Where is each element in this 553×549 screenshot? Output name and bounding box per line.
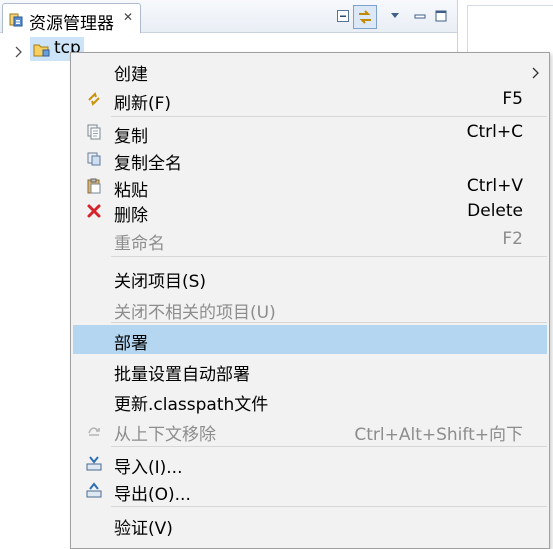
chevron-right-icon[interactable] (14, 43, 22, 63)
submenu-arrow-icon (532, 64, 539, 84)
menu-item-shortcut: Ctrl+V (466, 176, 523, 196)
menu-separator (111, 116, 547, 117)
collapse-all-icon[interactable] (333, 6, 353, 26)
menu-item-label: 导出(O)... (114, 485, 191, 505)
menu-item-label: 关闭项目(S) (114, 272, 207, 292)
menu-item-close-project[interactable]: 关闭项目(S) (73, 264, 547, 292)
menu-item-delete[interactable]: 删除 Delete (73, 198, 547, 226)
menu-item-label: 关闭不相关的项目(U) (114, 303, 276, 323)
menu-item-label: 批量设置自动部署 (114, 365, 250, 385)
menu-item-label: 导入(I)... (114, 458, 183, 478)
menu-separator (111, 256, 547, 257)
menu-item-shortcut: F2 (502, 229, 523, 249)
menu-item-shortcut: Ctrl+C (466, 122, 523, 142)
context-menu: 创建 刷新(F) F5 复制 Ctrl+C 复制全名 粘贴 Ctrl+V 删除 … (70, 52, 550, 549)
maximize-icon[interactable] (431, 6, 451, 26)
menu-item-label: 从上下文移除 (114, 425, 216, 445)
menu-item-refresh[interactable]: 刷新(F) F5 (73, 86, 547, 114)
copy-icon (86, 124, 102, 140)
view-menu-icon[interactable] (385, 6, 405, 26)
menu-item-label: 部署 (114, 334, 148, 354)
menu-separator (111, 506, 547, 507)
menu-item-label: 重命名 (114, 234, 165, 254)
menu-item-import[interactable]: 导入(I)... (73, 450, 547, 478)
menu-item-label: 创建 (114, 65, 148, 85)
menu-item-label: 更新.classpath文件 (114, 395, 269, 415)
link-with-editor-icon[interactable] (353, 5, 377, 29)
menu-item-deploy[interactable]: 部署 (73, 325, 547, 354)
menu-item-export[interactable]: 导出(O)... (73, 477, 547, 505)
menu-separator (111, 446, 547, 447)
delete-x-icon (86, 203, 102, 219)
menu-item-create[interactable]: 创建 (73, 57, 547, 85)
export-icon (86, 482, 102, 498)
menu-item-label: 删除 (114, 206, 148, 226)
menu-item-shortcut: F5 (502, 89, 523, 109)
menu-item-label: 验证(V) (114, 519, 173, 539)
menu-item-shortcut: Delete (467, 201, 523, 221)
close-icon[interactable]: ✕ (123, 10, 133, 24)
menu-separator (111, 322, 547, 323)
package-explorer-icon (9, 12, 23, 27)
import-icon (86, 455, 102, 471)
menu-item-update-classpath[interactable]: 更新.classpath文件 (73, 387, 547, 415)
view-header: 资源管理器 ✕ (0, 0, 457, 34)
refresh-icon (86, 91, 102, 107)
menu-item-label: 复制 (114, 127, 148, 147)
menu-item-copy[interactable]: 复制 Ctrl+C (73, 119, 547, 147)
menu-item-label: 刷新(F) (114, 94, 172, 114)
menu-item-shortcut: Ctrl+Alt+Shift+向下 (354, 425, 523, 445)
minimize-icon[interactable] (410, 6, 430, 26)
menu-item-close-unrelated[interactable]: 关闭不相关的项目(U) (73, 295, 547, 323)
menu-item-remove-context[interactable]: 从上下文移除 Ctrl+Alt+Shift+向下 (73, 417, 547, 445)
project-folder-icon (33, 42, 50, 62)
tab-title: 资源管理器 (29, 14, 114, 34)
copy-qualified-name-icon (86, 151, 102, 167)
menu-item-label: 复制全名 (114, 154, 182, 174)
menu-item-paste[interactable]: 粘贴 Ctrl+V (73, 173, 547, 201)
paste-icon (86, 178, 102, 194)
tab-explorer[interactable]: 资源管理器 ✕ (2, 3, 141, 34)
menu-item-validate[interactable]: 验证(V) (73, 511, 547, 539)
menu-item-rename[interactable]: 重命名 F2 (73, 226, 547, 254)
menu-item-batch-deploy[interactable]: 批量设置自动部署 (73, 357, 547, 385)
menu-item-copy-full-name[interactable]: 复制全名 (73, 146, 547, 174)
remove-context-icon (86, 422, 102, 438)
